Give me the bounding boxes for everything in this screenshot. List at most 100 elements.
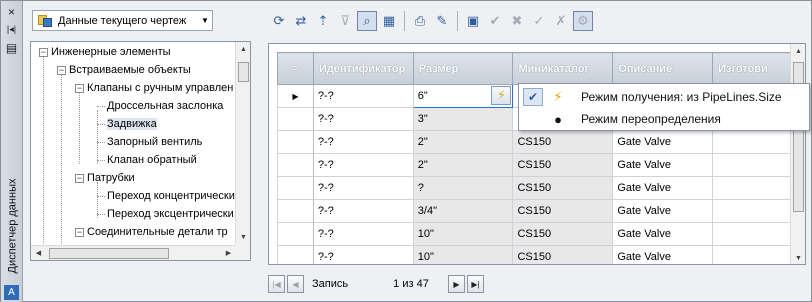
column-header-description[interactable]: Описание — [612, 52, 714, 85]
zoom-header-icon[interactable]: ⌕ — [277, 52, 314, 85]
cell-minicatalog[interactable]: CS150 — [512, 245, 614, 264]
collapse-icon[interactable]: − — [75, 227, 84, 237]
grid-vertical-scrollbar[interactable]: ▲ ▼ — [790, 44, 805, 264]
table-row[interactable]: ?-? 3/4" CS150 Gate Valve — [277, 199, 792, 223]
cell-manufacturer[interactable] — [712, 153, 792, 177]
table-row[interactable]: ?-? 10" CS150 Gate Valve — [277, 245, 792, 264]
tree-item[interactable]: − Клапаны с ручным управлен — [75, 79, 233, 97]
cell-identifier[interactable]: ?-? — [312, 222, 414, 246]
menu-item-retrieval-mode[interactable]: ✔ ⚡ Режим получения: из PipeLines.Size — [520, 86, 808, 108]
reject-all-icon[interactable]: ✗ — [551, 11, 571, 31]
tree-item[interactable]: Переход концентрически — [97, 187, 235, 205]
settings-icon[interactable]: ⚙ — [573, 11, 593, 31]
lightning-icon[interactable]: ⚡ — [491, 86, 512, 105]
cell-manufacturer[interactable] — [712, 222, 792, 246]
accept-icon[interactable]: ✔ — [485, 11, 505, 31]
tree-item-selected[interactable]: Задвижка — [97, 115, 157, 133]
scroll-down-icon[interactable]: ▼ — [791, 251, 805, 264]
previous-record-icon[interactable]: ◀ — [287, 275, 304, 293]
collapse-icon[interactable]: − — [39, 47, 48, 57]
close-icon[interactable]: × — [4, 4, 19, 19]
move-up-icon[interactable]: ⇡ — [313, 11, 333, 31]
zoom-icon[interactable]: ⌕ — [357, 11, 377, 31]
cell-identifier[interactable]: ?-? — [312, 245, 414, 264]
print-icon[interactable]: ⎙ — [410, 11, 430, 31]
data-source-dropdown[interactable]: Данные текущего чертеж ▼ — [32, 10, 213, 31]
table-row[interactable]: ?-? ? CS150 Gate Valve — [277, 176, 792, 200]
cell-identifier[interactable]: ?-? — [312, 84, 414, 108]
collapse-icon[interactable]: − — [57, 65, 66, 75]
cell-identifier[interactable]: ?-? — [312, 153, 414, 177]
lightning-icon: ⚡ — [553, 89, 563, 104]
table-row[interactable]: ?-? 2" CS150 Gate Valve — [277, 153, 792, 177]
cell-description[interactable]: Gate Valve — [612, 176, 714, 200]
tree-item[interactable]: Дроссельная заслонка — [97, 97, 223, 115]
export-icon[interactable]: ▦ — [379, 11, 399, 31]
tree-item[interactable]: Переход эксцентрически — [97, 205, 234, 223]
tree-item[interactable]: − Патрубки — [75, 169, 135, 187]
next-record-icon[interactable]: ▶ — [448, 275, 465, 293]
cell-identifier[interactable]: ?-? — [312, 199, 414, 223]
collapse-icon[interactable]: − — [75, 173, 84, 183]
table-row[interactable]: ?-? 10" CS150 Gate Valve — [277, 222, 792, 246]
cell-minicatalog[interactable]: CS150 — [512, 153, 614, 177]
scroll-thumb[interactable] — [49, 248, 169, 259]
cell-manufacturer[interactable] — [712, 199, 792, 223]
cell-description[interactable]: Gate Valve — [612, 245, 714, 264]
scroll-down-icon[interactable]: ▼ — [236, 230, 250, 245]
cell-description[interactable]: Gate Valve — [612, 222, 714, 246]
tree-item[interactable]: − Встраиваемые объекты — [57, 61, 191, 79]
autohide-icon[interactable]: |◂| — [4, 22, 19, 37]
collapse-icon[interactable]: − — [75, 83, 84, 93]
cell-minicatalog[interactable]: CS150 — [512, 222, 614, 246]
cell-description[interactable]: Gate Valve — [612, 153, 714, 177]
cell-size[interactable]: 10" — [412, 245, 514, 264]
properties-menu-icon[interactable]: ▤ — [4, 40, 19, 55]
table-row[interactable]: ?-? 2" CS150 Gate Valve — [277, 130, 792, 154]
refresh-icon[interactable]: ⟳ — [269, 11, 289, 31]
tree-item[interactable]: Запорный вентиль — [97, 133, 202, 151]
reject-icon[interactable]: ✖ — [507, 11, 527, 31]
column-header-size[interactable]: Размер — [412, 52, 514, 85]
menu-item-override-mode[interactable]: ● Режим переопределения — [520, 108, 808, 130]
cell-size[interactable]: ? — [412, 176, 514, 200]
select-icon[interactable]: ▣ — [463, 11, 483, 31]
cell-identifier[interactable]: ?-? — [312, 107, 414, 131]
last-record-icon[interactable]: ▶| — [467, 275, 484, 293]
shuffle-icon[interactable]: ⇄ — [291, 11, 311, 31]
tree-item[interactable]: − Инженерные элементы — [39, 43, 171, 61]
cell-size[interactable]: 2" — [412, 130, 514, 154]
cell-manufacturer[interactable] — [712, 245, 792, 264]
scroll-right-icon[interactable]: ▶ — [221, 246, 236, 260]
filter-icon[interactable]: ⊽ — [335, 11, 355, 31]
column-header-identifier[interactable]: Идентификатор — [312, 52, 414, 85]
cell-size[interactable]: 2" — [412, 153, 514, 177]
scroll-up-icon[interactable]: ▲ — [236, 42, 250, 57]
cell-identifier[interactable]: ?-? — [312, 130, 414, 154]
tree-horizontal-scrollbar[interactable]: ◀ ▶ — [31, 245, 236, 260]
cell-size[interactable]: 3/4" — [412, 199, 514, 223]
scroll-thumb[interactable] — [238, 62, 249, 82]
tree-vertical-scrollbar[interactable]: ▲ ▼ — [235, 42, 250, 245]
column-header-minicatalog[interactable]: Миникаталог — [512, 52, 614, 85]
scroll-up-icon[interactable]: ▲ — [791, 44, 805, 59]
cell-manufacturer[interactable] — [712, 130, 792, 154]
tree-item[interactable]: Клапан обратный — [97, 151, 197, 169]
cell-manufacturer[interactable] — [712, 176, 792, 200]
column-header-manufacturer[interactable]: Изготови — [712, 52, 792, 85]
cell-identifier[interactable]: ?-? — [312, 176, 414, 200]
cell-description[interactable]: Gate Valve — [612, 130, 714, 154]
accept-all-icon[interactable]: ✓ — [529, 11, 549, 31]
scroll-left-icon[interactable]: ◀ — [31, 246, 46, 260]
tree-item[interactable]: − Соединительные детали тр — [75, 223, 228, 241]
cell-minicatalog[interactable]: CS150 — [512, 199, 614, 223]
cell-minicatalog[interactable]: CS150 — [512, 130, 614, 154]
cell-description[interactable]: Gate Valve — [612, 199, 714, 223]
cell-size-editing[interactable]: 6" ⚡ — [412, 84, 514, 108]
chevron-down-icon[interactable]: ▼ — [198, 16, 212, 25]
cell-size[interactable]: 3" — [412, 107, 514, 131]
edit-icon[interactable]: ✎ — [432, 11, 452, 31]
cell-size[interactable]: 10" — [412, 222, 514, 246]
cell-minicatalog[interactable]: CS150 — [512, 176, 614, 200]
first-record-icon[interactable]: |◀ — [268, 275, 285, 293]
